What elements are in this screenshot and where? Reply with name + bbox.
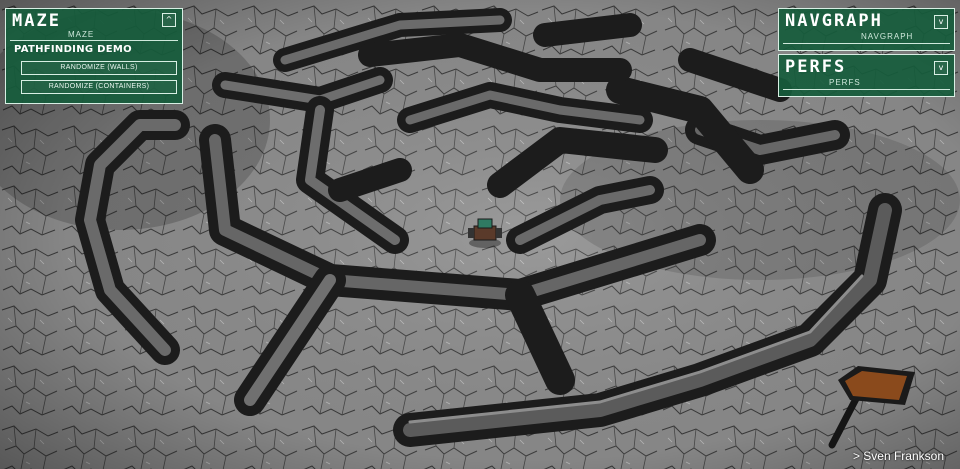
maze-panel-subtitle: MAZE bbox=[68, 30, 95, 39]
perfs-panel-expand-toggle[interactable]: v bbox=[934, 61, 948, 75]
perfs-panel-divider bbox=[783, 89, 950, 90]
maze-panel-title: MAZE bbox=[12, 11, 61, 31]
maze-panel: MAZE MAZE ^ PATHFINDING DEMO RANDOMIZE (… bbox=[5, 8, 183, 104]
maze-panel-divider bbox=[10, 40, 178, 41]
author-credit: > Sven Frankson bbox=[852, 449, 944, 463]
navgraph-panel-title: NAVGRAPH bbox=[785, 11, 883, 31]
randomize-containers-button[interactable]: RANDOMIZE (CONTAINERS) bbox=[21, 80, 177, 94]
navgraph-panel: NAVGRAPH NAVGRAPH v bbox=[778, 8, 955, 51]
pathfinding-demo-heading: PATHFINDING DEMO bbox=[14, 44, 132, 55]
randomize-walls-button[interactable]: RANDOMIZE (WALLS) bbox=[21, 61, 177, 75]
maze-panel-collapse-toggle[interactable]: ^ bbox=[162, 13, 176, 27]
perfs-panel-subtitle: PERFS bbox=[829, 78, 861, 87]
perfs-panel: PERFS PERFS v bbox=[778, 54, 955, 97]
navgraph-panel-expand-toggle[interactable]: v bbox=[934, 15, 948, 29]
perfs-panel-title: PERFS bbox=[785, 57, 847, 77]
navgraph-panel-divider bbox=[783, 43, 950, 44]
navgraph-panel-subtitle: NAVGRAPH bbox=[861, 32, 914, 41]
